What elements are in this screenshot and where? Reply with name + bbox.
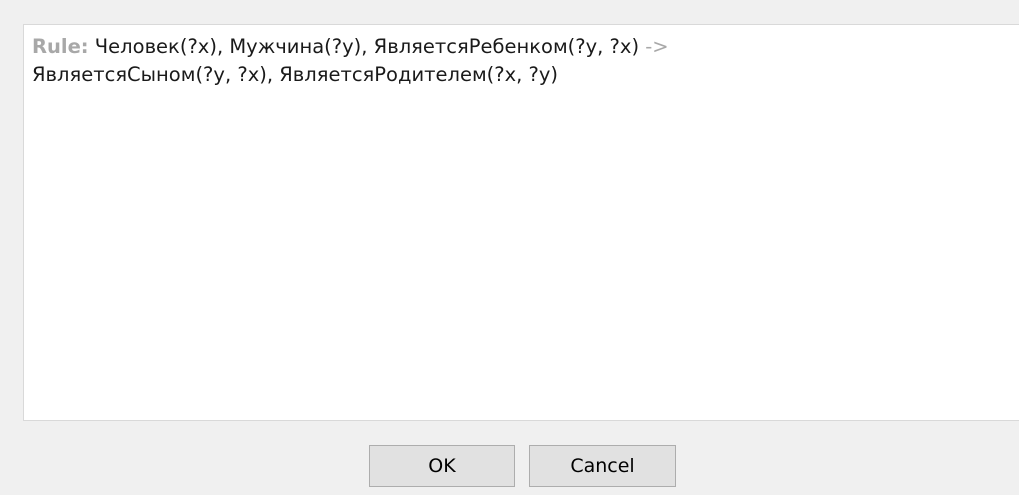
ok-button[interactable]: OK — [369, 445, 515, 487]
rule-implication-arrow: -> — [645, 35, 669, 58]
rule-keyword: Rule: — [32, 35, 89, 58]
rule-antecedent: Человек(?x), Мужчина(?y), ЯвляетсяРебенк… — [88, 35, 646, 58]
rule-text-editor[interactable]: Rule: Человек(?x), Мужчина(?y), Является… — [23, 24, 1019, 421]
cancel-button[interactable]: Cancel — [529, 445, 676, 487]
rule-editor-dialog: Rule: Человек(?x), Мужчина(?y), Является… — [0, 0, 1019, 495]
rule-consequent: ЯвляетсяСыном(?y, ?x), ЯвляетсяРодителем… — [32, 63, 559, 86]
